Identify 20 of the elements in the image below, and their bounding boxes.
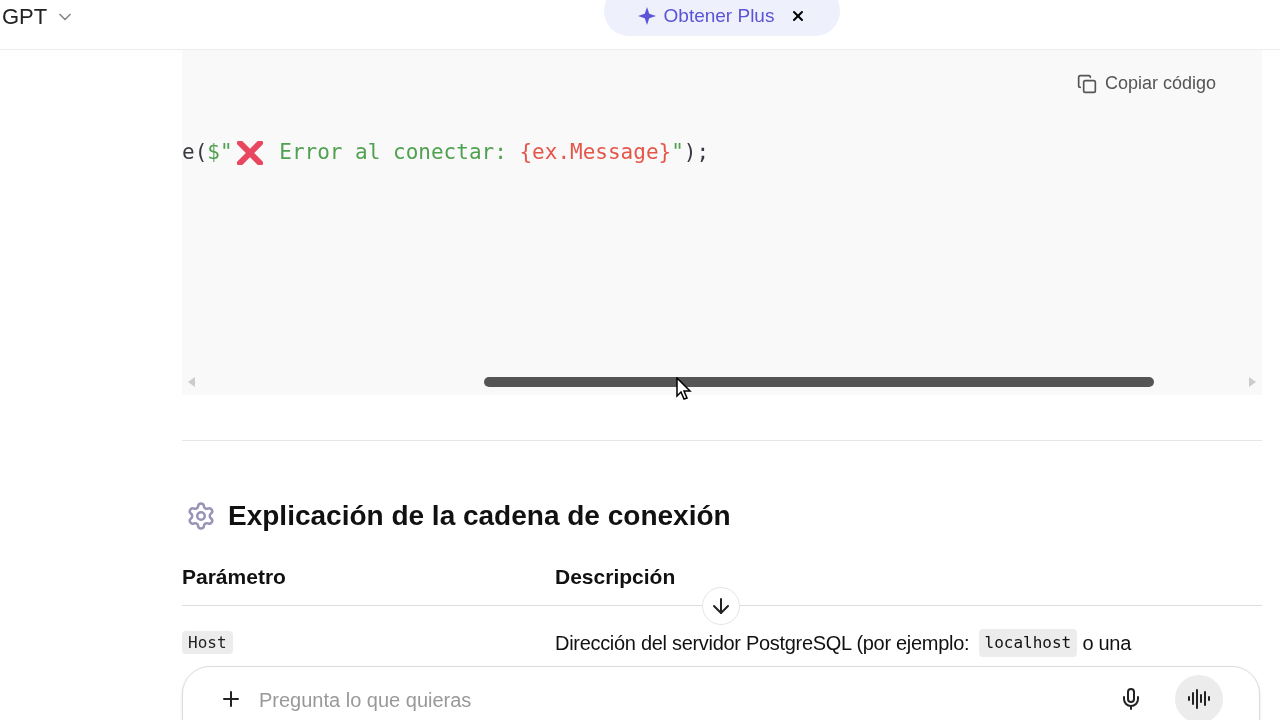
message-composer[interactable]: Pregunta lo que quieras bbox=[182, 666, 1260, 720]
table-cell: Host bbox=[182, 630, 233, 654]
model-name[interactable]: GPT bbox=[2, 0, 48, 33]
sparkle-icon bbox=[637, 7, 656, 25]
message-input[interactable]: Pregunta lo que quieras bbox=[259, 685, 1103, 715]
section-heading: Explicación de la cadena de conexión bbox=[228, 499, 731, 533]
code-line: e($" Error al conectar: {ex.Message}"); bbox=[182, 139, 711, 167]
scrollbar-thumb[interactable] bbox=[484, 377, 1154, 387]
cross-mark-icon bbox=[236, 140, 263, 165]
description-text: Dirección del servidor PostgreSQL (por ejemplo: bbox=[555, 630, 971, 656]
audio-lines-icon bbox=[1187, 687, 1211, 711]
copy-icon bbox=[1076, 73, 1097, 94]
gear-icon bbox=[186, 501, 216, 531]
column-header: Descripción bbox=[555, 564, 677, 590]
scroll-down-button[interactable] bbox=[702, 587, 740, 625]
description-text: o una bbox=[1081, 630, 1131, 656]
copy-code-button[interactable]: Copiar código bbox=[1076, 70, 1216, 97]
voice-button[interactable] bbox=[1175, 675, 1223, 720]
column-header: Parámetro bbox=[182, 564, 287, 590]
inline-code: localhost bbox=[978, 628, 1078, 657]
